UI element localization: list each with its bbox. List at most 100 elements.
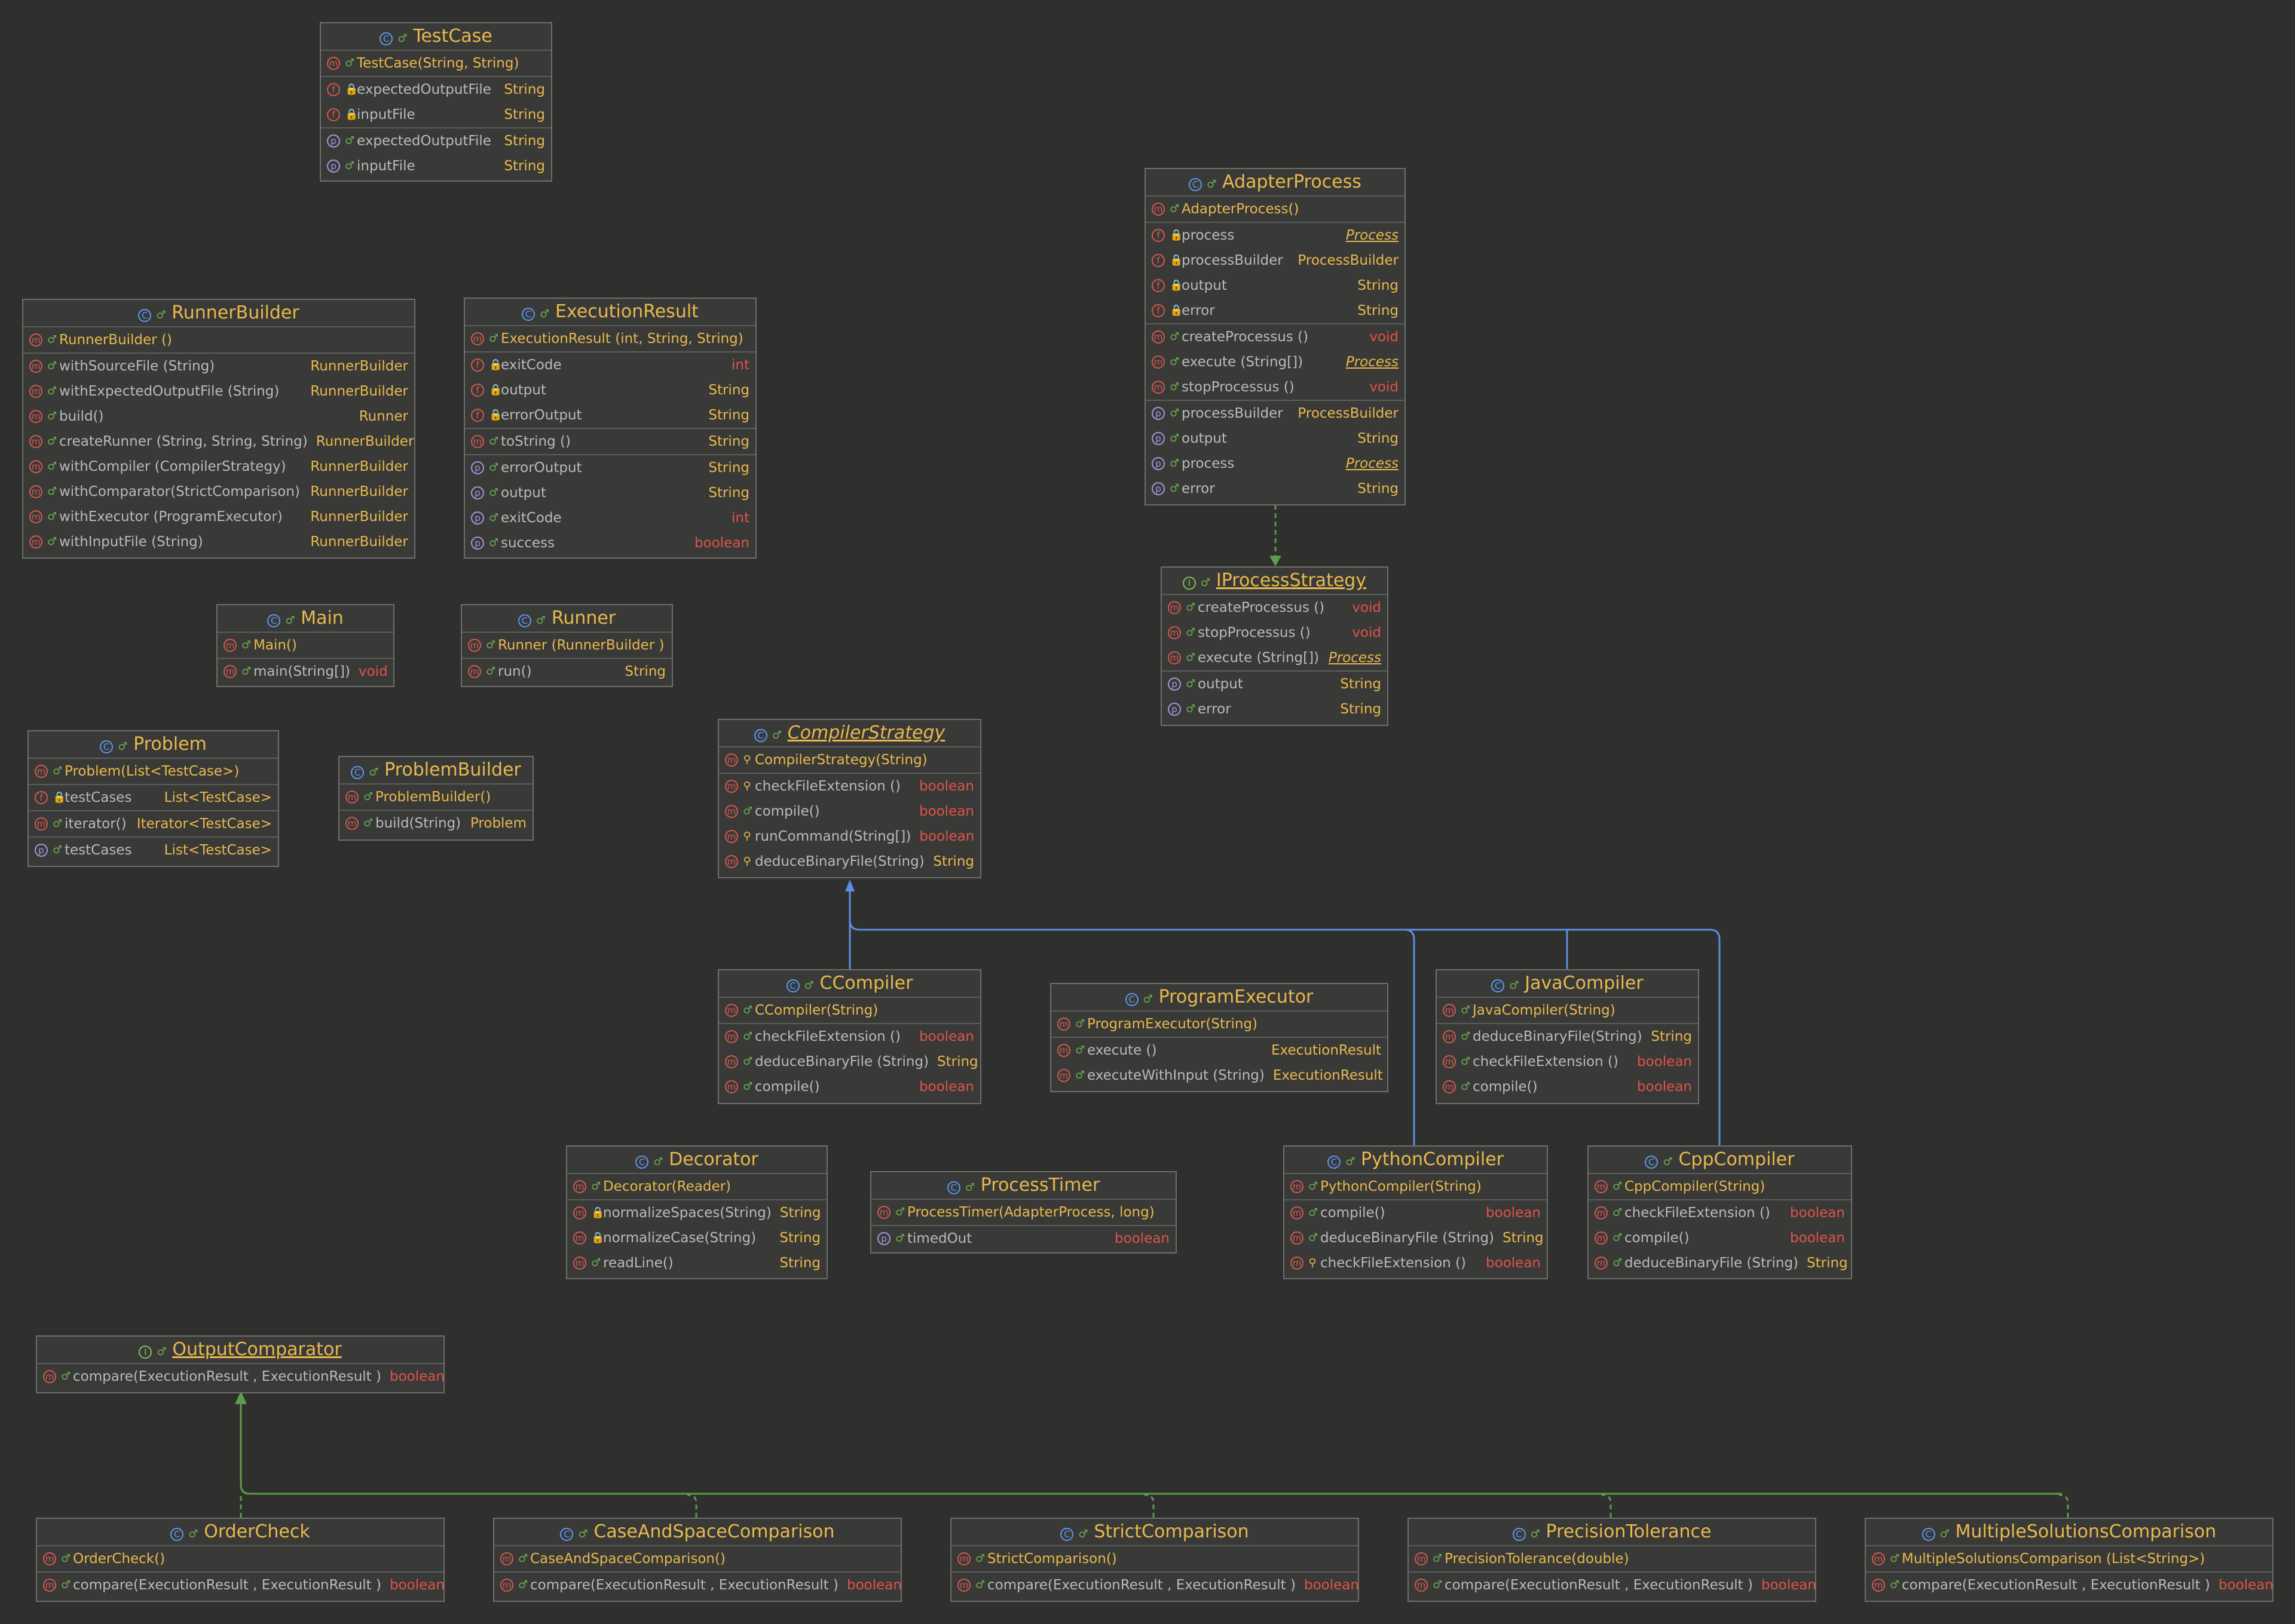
member-property[interactable]: p ♂ inputFile String (321, 154, 551, 179)
member-method[interactable]: m ♂ PythonCompiler(String) (1284, 1174, 1547, 1199)
member-property[interactable]: p ♂ output String (465, 480, 755, 505)
member-method[interactable]: m ♂ createProcessus () void (1146, 324, 1404, 350)
member-method[interactable]: m ♂ Main() (218, 633, 393, 658)
member-property[interactable]: p ♂ expectedOutputFile String (321, 128, 551, 154)
class-header[interactable]: C ♂ JavaCompiler (1437, 970, 1698, 997)
member-method[interactable]: m ♂ compare(ExecutionResult , ExecutionRes… (37, 1364, 445, 1389)
member-property[interactable]: p ♂ errorOutput String (465, 455, 755, 480)
class-programexecutor[interactable]: C ♂ ProgramExecutor m ♂ ProgramExecutor(Strin… (1050, 983, 1388, 1092)
class-header[interactable]: C ♂ ProgramExecutor (1051, 984, 1387, 1010)
class-runner[interactable]: C ♂ Runner m ♂ Runner (RunnerBuilder ) m ♂ run()… (461, 604, 673, 687)
member-property[interactable]: p ♂ exitCode int (465, 505, 755, 531)
member-field[interactable]: f 🔒 process Process (1146, 223, 1404, 248)
member-property[interactable]: p ♂ timedOut boolean (871, 1226, 1176, 1251)
member-field[interactable]: f 🔒 error String (1146, 298, 1404, 323)
member-method[interactable]: m ♂ JavaCompiler(String) (1437, 998, 1698, 1023)
member-method[interactable]: m ♂ iterator() Iterator<TestCase> (29, 811, 278, 836)
member-method[interactable]: m ♂ withSourceFile (String) RunnerBuilder (23, 354, 414, 379)
member-method[interactable]: m ♂ toString () String (465, 429, 755, 454)
member-field[interactable]: f 🔒 testCases List<TestCase> (29, 785, 278, 810)
member-method[interactable]: m ♂ execute () ExecutionResult (1051, 1038, 1387, 1063)
class-header[interactable]: C ♂ Runner (462, 605, 672, 632)
class-header[interactable]: C ♂ PrecisionTolerance (1409, 1519, 1815, 1545)
member-method[interactable]: m ♂ compile() boolean (1437, 1074, 1698, 1099)
class-header[interactable]: C ♂ CaseAndSpaceComparison (494, 1519, 901, 1545)
class-caseandspacecomparison[interactable]: C ♂ CaseAndSpaceComparison m ♂ CaseAndSpaceCo… (493, 1518, 902, 1602)
member-method[interactable]: m ♂ ProblemBuilder() (339, 785, 533, 810)
class-precisiontolerance[interactable]: C ♂ PrecisionTolerance m ♂ PrecisionTolerance… (1407, 1518, 1816, 1602)
member-method[interactable]: m ♂ TestCase(String, String) (321, 51, 551, 76)
member-method[interactable]: m ⚲ runCommand(String[]) boolean (719, 824, 980, 849)
class-decorator[interactable]: C ♂ Decorator m ♂ Decorator(Reader) m 🔒 normaliz… (566, 1145, 828, 1279)
member-method[interactable]: m ♂ deduceBinaryFile(String) String (1437, 1024, 1698, 1049)
member-property[interactable]: p ♂ process Process (1146, 451, 1404, 476)
member-method[interactable]: m ♂ main(String[]) void (218, 659, 393, 684)
member-method[interactable]: m ♂ RunnerBuilder () (23, 327, 414, 353)
member-method[interactable]: m ♂ compile() boolean (719, 1074, 980, 1099)
class-processtimer[interactable]: C ♂ ProcessTimer m ♂ ProcessTimer(AdapterProc… (870, 1171, 1177, 1254)
class-javacompiler[interactable]: C ♂ JavaCompiler m ♂ JavaCompiler(String) m ♂ de… (1436, 969, 1699, 1104)
class-header[interactable]: C ♂ RunnerBuilder (23, 300, 414, 326)
member-method[interactable]: m ♂ build() Runner (23, 404, 414, 429)
member-field[interactable]: f 🔒 output String (465, 378, 755, 403)
class-header[interactable]: C ♂ AdapterProcess (1146, 169, 1404, 195)
member-method[interactable]: m ♂ compare(ExecutionResult , ExecutionRes… (1409, 1573, 1816, 1598)
member-method[interactable]: m ♂ stopProcessus () void (1162, 620, 1387, 645)
class-executionresult[interactable]: C ♂ ExecutionResult m ♂ ExecutionResult (int,… (464, 298, 757, 559)
class-strictcomparison[interactable]: C ♂ StrictComparison m ♂ StrictComparison() m ♂… (950, 1518, 1359, 1602)
member-method[interactable]: m ♂ deduceBinaryFile (String) String (1284, 1225, 1547, 1251)
member-field[interactable]: f 🔒 expectedOutputFile String (321, 77, 551, 102)
class-header[interactable]: C ♂ Main (218, 605, 393, 632)
member-method[interactable]: m ♂ checkFileExtension () boolean (719, 1024, 980, 1049)
member-method[interactable]: m ♂ CppCompiler(String) (1589, 1174, 1851, 1199)
member-method[interactable]: m ⚲ checkFileExtension () boolean (719, 774, 980, 799)
member-method[interactable]: m ♂ withComparator(StrictComparison) Runner… (23, 479, 414, 504)
class-header[interactable]: C ♂ CCompiler (719, 970, 980, 997)
member-method[interactable]: m ♂ Runner (RunnerBuilder ) (462, 633, 672, 658)
member-method[interactable]: m ⚲ deduceBinaryFile(String) String (719, 849, 980, 874)
class-ccompiler[interactable]: C ♂ CCompiler m ♂ CCompiler(String) m ♂ checkFil… (718, 969, 981, 1104)
class-adapterprocess[interactable]: C ♂ AdapterProcess m ♂ AdapterProcess() f 🔒 proc… (1145, 168, 1406, 505)
class-testcase[interactable]: C ♂ TestCase m ♂ TestCase(String, String) f 🔒 ex… (320, 22, 552, 182)
member-method[interactable]: m ♂ compare(ExecutionResult , ExecutionRes… (37, 1573, 445, 1598)
member-method[interactable]: m ♂ stopProcessus () void (1146, 375, 1404, 400)
member-method[interactable]: m ♂ withCompiler (CompilerStrategy) RunnerB… (23, 454, 414, 479)
class-header[interactable]: C ♂ TestCase (321, 23, 551, 50)
member-method[interactable]: m ♂ execute (String[]) Process (1146, 350, 1404, 375)
member-property[interactable]: p ♂ success boolean (465, 531, 755, 556)
class-header[interactable]: C ♂ CompilerStrategy (719, 720, 980, 746)
class-compilerstrategy[interactable]: C ♂ CompilerStrategy m ⚲ CompilerStrategy(Str… (718, 719, 981, 878)
member-method[interactable]: m ⚲ CompilerStrategy(String) (719, 747, 980, 773)
member-field[interactable]: f 🔒 errorOutput String (465, 403, 755, 428)
member-method[interactable]: m ♂ compile() boolean (1284, 1200, 1547, 1225)
class-problembuilder[interactable]: C ♂ ProblemBuilder m ♂ ProblemBuilder() m ♂ buil… (338, 756, 534, 841)
member-field[interactable]: f 🔒 output String (1146, 273, 1404, 298)
member-method[interactable]: m ♂ CCompiler(String) (719, 998, 980, 1023)
class-problem[interactable]: C ♂ Problem m ♂ Problem(List<TestCase>) f 🔒 test… (27, 730, 279, 867)
member-method[interactable]: m 🔒 normalizeCase(String) String (567, 1225, 827, 1251)
member-method[interactable]: m ♂ Decorator(Reader) (567, 1174, 827, 1199)
class-header[interactable]: I ♂ IProcessStrategy (1162, 568, 1387, 594)
member-method[interactable]: m ♂ executeWithInput (String) ExecutionResu… (1051, 1063, 1387, 1088)
member-method[interactable]: m ♂ deduceBinaryFile (String) String (1589, 1251, 1851, 1276)
member-method[interactable]: m ♂ compile() boolean (1589, 1225, 1851, 1251)
member-method[interactable]: m ♂ createRunner (String, String, String) R… (23, 429, 414, 454)
member-method[interactable]: m ♂ compare(ExecutionResult , ExecutionRes… (1866, 1573, 2273, 1598)
member-method[interactable]: m ♂ ProgramExecutor(String) (1051, 1012, 1387, 1037)
class-ordercheck[interactable]: C ♂ OrderCheck m ♂ OrderCheck() m ♂ compare(Exec… (36, 1518, 445, 1602)
class-main[interactable]: C ♂ Main m ♂ Main() m ♂ main(String[]) void (216, 604, 394, 687)
member-method[interactable]: m ♂ MultipleSolutionsComparison (List<Stri… (1866, 1546, 2272, 1571)
member-property[interactable]: p ♂ output String (1162, 672, 1387, 697)
member-method[interactable]: m ♂ PrecisionTolerance(double) (1409, 1546, 1815, 1571)
member-method[interactable]: m ♂ execute (String[]) Process (1162, 645, 1387, 670)
class-header[interactable]: C ♂ ProblemBuilder (339, 757, 533, 783)
class-header[interactable]: C ♂ ExecutionResult (465, 299, 755, 325)
member-property[interactable]: p ♂ testCases List<TestCase> (29, 838, 278, 863)
interface-iprocessstrategy[interactable]: I ♂ IProcessStrategy m ♂ createProcessus () vo… (1161, 566, 1388, 726)
member-method[interactable]: m 🔒 normalizeSpaces(String) String (567, 1200, 827, 1225)
class-header[interactable]: C ♂ StrictComparison (951, 1519, 1358, 1545)
member-method[interactable]: m ♂ compare(ExecutionResult , ExecutionRes… (494, 1573, 902, 1598)
member-method[interactable]: m ♂ deduceBinaryFile (String) String (719, 1049, 980, 1074)
class-header[interactable]: C ♂ PythonCompiler (1284, 1147, 1547, 1173)
class-cppcompiler[interactable]: C ♂ CppCompiler m ♂ CppCompiler(String) m ♂ chec… (1587, 1145, 1852, 1279)
